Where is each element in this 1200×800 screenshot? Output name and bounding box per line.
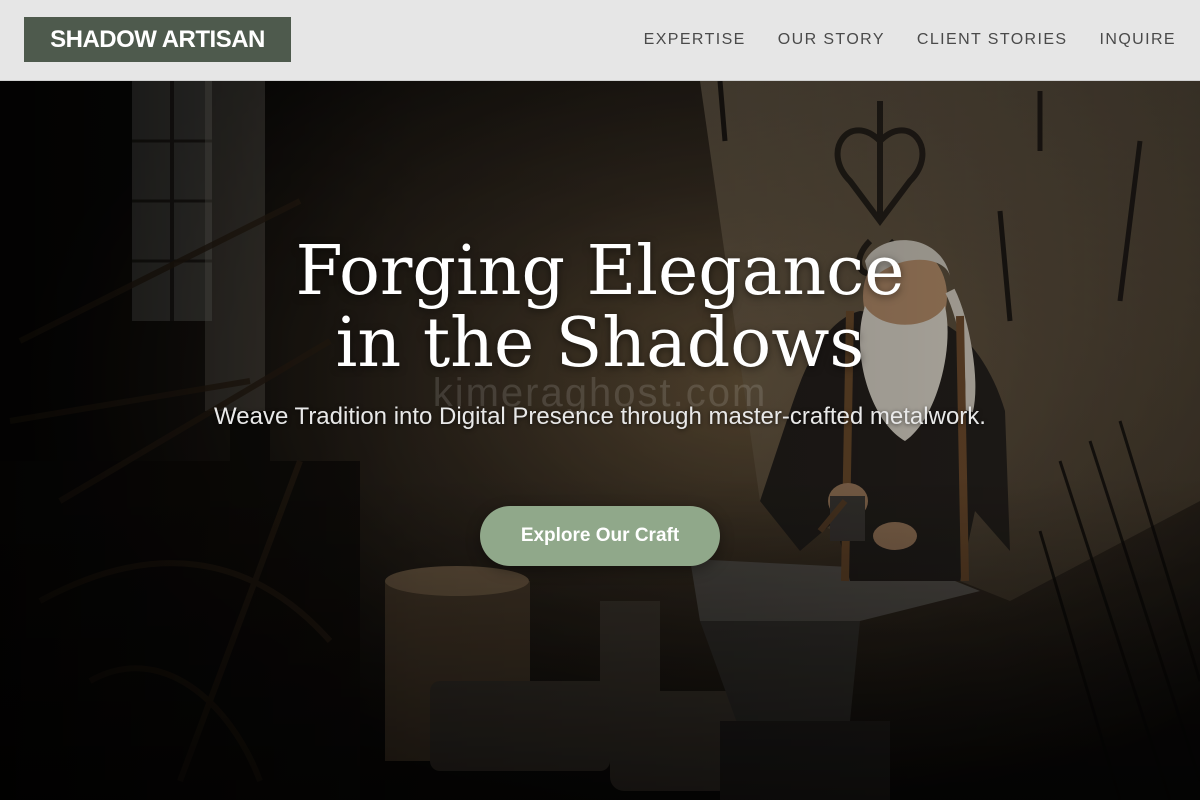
nav-link-expertise[interactable]: EXPERTISE (644, 31, 746, 49)
hero-title-line-1: Forging Elegance (295, 232, 905, 311)
hero-title: Forging Elegance in the Shadows (200, 236, 1000, 380)
hero-section: kimeraghost.com Forging Elegance in the … (0, 81, 1200, 800)
site-header: SHADOW ARTISAN EXPERTISE OUR STORY CLIEN… (0, 0, 1200, 81)
main-nav: EXPERTISE OUR STORY CLIENT STORIES INQUI… (644, 0, 1176, 80)
nav-link-our-story[interactable]: OUR STORY (778, 31, 885, 49)
hero-subtitle: Weave Tradition into Digital Presence th… (214, 403, 986, 430)
nav-link-inquire[interactable]: INQUIRE (1100, 31, 1176, 49)
hero-title-line-2: in the Shadows (335, 304, 865, 383)
nav-link-client-stories[interactable]: CLIENT STORIES (917, 31, 1068, 49)
hero-content: kimeraghost.com Forging Elegance in the … (0, 81, 1200, 800)
page: SHADOW ARTISAN EXPERTISE OUR STORY CLIEN… (0, 0, 1200, 800)
explore-craft-button[interactable]: Explore Our Craft (480, 506, 720, 566)
site-logo[interactable]: SHADOW ARTISAN (24, 17, 291, 62)
